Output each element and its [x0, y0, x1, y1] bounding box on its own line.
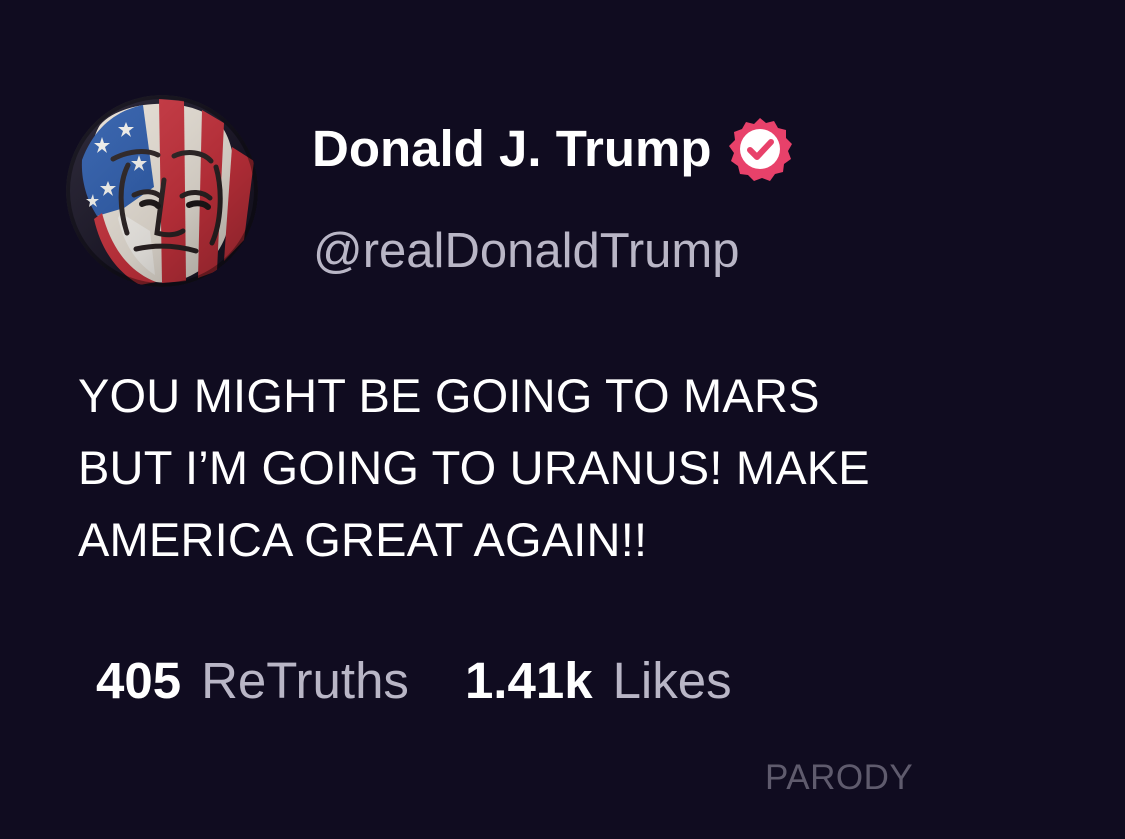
post-body: YOU MIGHT BE GOING TO MARS BUT I’M GOING… — [78, 360, 1108, 576]
verified-badge-icon — [728, 118, 792, 181]
post-body-line: BUT I’M GOING TO URANUS! MAKE — [78, 441, 870, 494]
likes-count: 1.41k — [464, 652, 593, 709]
author-handle[interactable]: @realDonaldTrump — [313, 219, 739, 283]
post-card: Donald J. Trump @realDonaldTrump YOU MIG… — [0, 0, 1125, 839]
parody-watermark: PARODY — [765, 758, 914, 797]
author-name-row: Donald J. Trump — [312, 113, 794, 185]
flag-face-avatar-icon — [66, 95, 258, 287]
likes-stat[interactable]: 1.41k Likes — [465, 648, 732, 714]
retruths-count: 405 — [96, 652, 182, 709]
post-body-line: AMERICA GREAT AGAIN!! — [78, 513, 648, 566]
post-body-line: YOU MIGHT BE GOING TO MARS — [78, 369, 820, 422]
retruths-label: ReTruths — [201, 652, 409, 709]
author-display-name[interactable]: Donald J. Trump — [312, 113, 712, 185]
post-stats: 405 ReTruths 1.41k Likes — [96, 648, 732, 714]
likes-label: Likes — [612, 652, 732, 709]
author-avatar[interactable] — [66, 95, 258, 287]
retruths-stat[interactable]: 405 ReTruths — [96, 648, 409, 714]
